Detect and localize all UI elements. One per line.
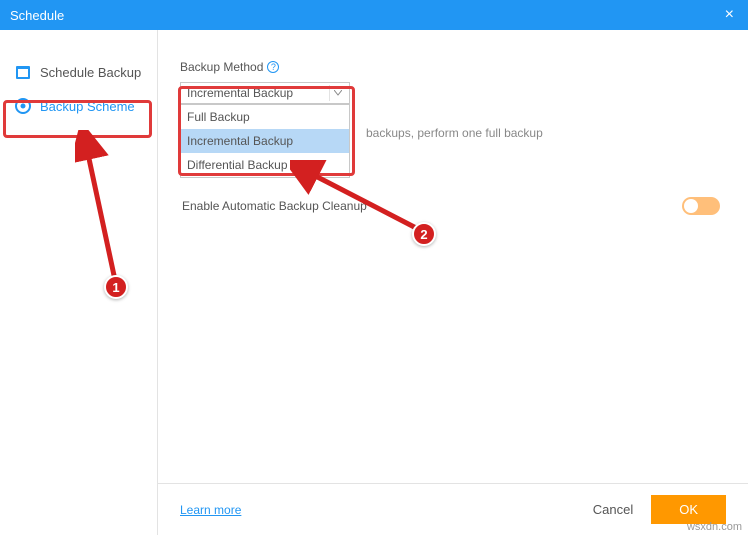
chevron-down-icon <box>329 85 345 101</box>
annotation-badge-1: 1 <box>104 275 128 299</box>
cleanup-label: Enable Automatic Backup Cleanup <box>182 199 367 213</box>
window-title: Schedule <box>10 8 64 23</box>
cleanup-toggle[interactable] <box>682 197 720 215</box>
backup-method-dropdown: Full Backup Incremental Backup Different… <box>180 104 350 178</box>
annotation-badge-2: 2 <box>412 222 436 246</box>
footer-buttons: Cancel OK <box>593 495 726 524</box>
sidebar-item-backup-scheme[interactable]: Backup Scheme <box>0 89 157 123</box>
option-full-backup[interactable]: Full Backup <box>181 105 349 129</box>
footer: Learn more Cancel OK <box>158 483 748 535</box>
option-differential-backup[interactable]: Differential Backup <box>181 153 349 177</box>
main-panel: Backup Method ? Incremental Backup Full … <box>158 30 748 535</box>
gear-icon <box>14 97 32 115</box>
help-icon[interactable]: ? <box>267 61 279 73</box>
sidebar-item-label: Schedule Backup <box>40 65 141 80</box>
select-value: Incremental Backup <box>187 86 293 100</box>
watermark: wsxdn.com <box>687 521 742 533</box>
sidebar-item-schedule-backup[interactable]: Schedule Backup <box>0 55 157 89</box>
backup-method-label-row: Backup Method ? <box>180 60 726 74</box>
backup-method-select[interactable]: Incremental Backup Full Backup Increment… <box>180 82 350 104</box>
calendar-icon <box>14 63 32 81</box>
sidebar: Schedule Backup Backup Scheme <box>0 30 158 535</box>
window-header: Schedule × <box>0 0 748 30</box>
sidebar-item-label: Backup Scheme <box>40 99 135 114</box>
cancel-button[interactable]: Cancel <box>593 502 633 517</box>
learn-more-link[interactable]: Learn more <box>180 503 241 517</box>
close-icon[interactable]: × <box>721 6 738 24</box>
option-incremental-backup[interactable]: Incremental Backup <box>181 129 349 153</box>
backup-method-label: Backup Method <box>180 60 263 74</box>
cleanup-row: Enable Automatic Backup Cleanup <box>182 197 720 215</box>
select-box[interactable]: Incremental Backup <box>180 82 350 104</box>
helper-text: backups, perform one full backup <box>366 126 543 140</box>
ok-button[interactable]: OK <box>651 495 726 524</box>
